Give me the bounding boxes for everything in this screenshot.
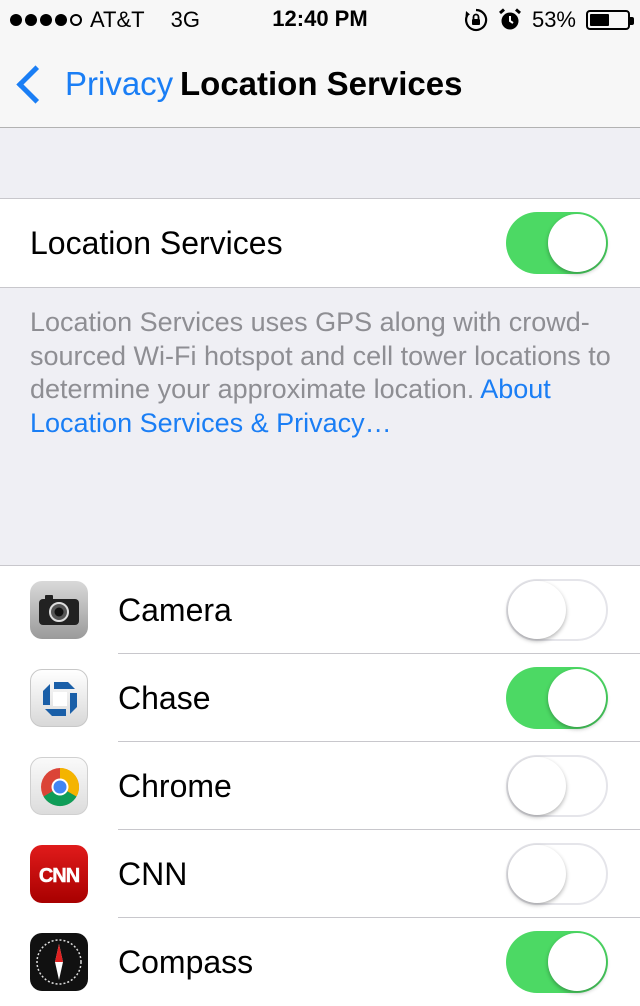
battery-tip (630, 17, 634, 25)
app-row-chase: Chase (0, 654, 640, 742)
navigation-bar: Privacy Location Services (0, 40, 640, 128)
switch-knob (548, 933, 606, 991)
location-services-switch[interactable] (506, 212, 608, 274)
camera-icon (30, 581, 88, 639)
battery-fill (590, 14, 610, 26)
cnn-location-switch[interactable] (506, 843, 608, 905)
signal-dot (55, 14, 67, 26)
switch-knob (548, 214, 606, 272)
status-bar: AT&T 3G 12:40 PM 53% (0, 0, 640, 40)
battery-percent: 53% (531, 7, 576, 32)
status-right: 53% (464, 6, 634, 34)
location-services-label: Location Services (30, 224, 283, 261)
orientation-lock-icon (464, 8, 488, 32)
alarm-icon (498, 8, 521, 30)
app-name: CNN (118, 856, 188, 892)
chase-icon (30, 669, 88, 727)
chase-location-switch[interactable] (506, 667, 608, 729)
back-button-label: Privacy (65, 65, 174, 102)
back-button[interactable]: Privacy (14, 60, 173, 108)
svg-text:CNN: CNN (39, 865, 80, 887)
carrier-name: AT&T (90, 7, 145, 32)
app-name: Chase (118, 680, 211, 716)
app-row-camera: Camera (0, 566, 640, 654)
signal-dot (25, 14, 37, 26)
switch-knob (508, 845, 566, 903)
network-type: 3G (170, 7, 200, 32)
chevron-left-icon (16, 64, 55, 104)
page-title: Location Services (180, 65, 463, 102)
switch-knob (508, 581, 566, 639)
cnn-icon: CNN (30, 845, 88, 903)
status-left: AT&T 3G (10, 6, 200, 34)
compass-icon (30, 933, 88, 991)
compass-location-switch[interactable] (506, 931, 608, 993)
signal-dot (40, 14, 52, 26)
app-name: Chrome (118, 768, 232, 804)
location-services-group: Location Services (0, 198, 640, 288)
chrome-location-switch[interactable] (506, 755, 608, 817)
battery-icon (586, 10, 634, 30)
camera-location-switch[interactable] (506, 579, 608, 641)
app-row-cnn: CNN CNN (0, 830, 640, 918)
switch-knob (508, 757, 566, 815)
switch-knob (548, 669, 606, 727)
location-services-description: Location Services uses GPS along with cr… (30, 306, 620, 440)
app-row-compass: Compass (0, 918, 640, 1006)
chrome-icon (30, 757, 88, 815)
app-name: Camera (118, 592, 232, 628)
location-services-row: Location Services (0, 199, 640, 287)
signal-strength-icon (10, 14, 82, 26)
signal-dot (10, 14, 22, 26)
signal-dot (70, 14, 82, 26)
app-list: Camera Chase Chrome CNN CNN Compass (0, 565, 640, 1006)
app-name: Compass (118, 944, 254, 980)
app-row-chrome: Chrome (0, 742, 640, 830)
